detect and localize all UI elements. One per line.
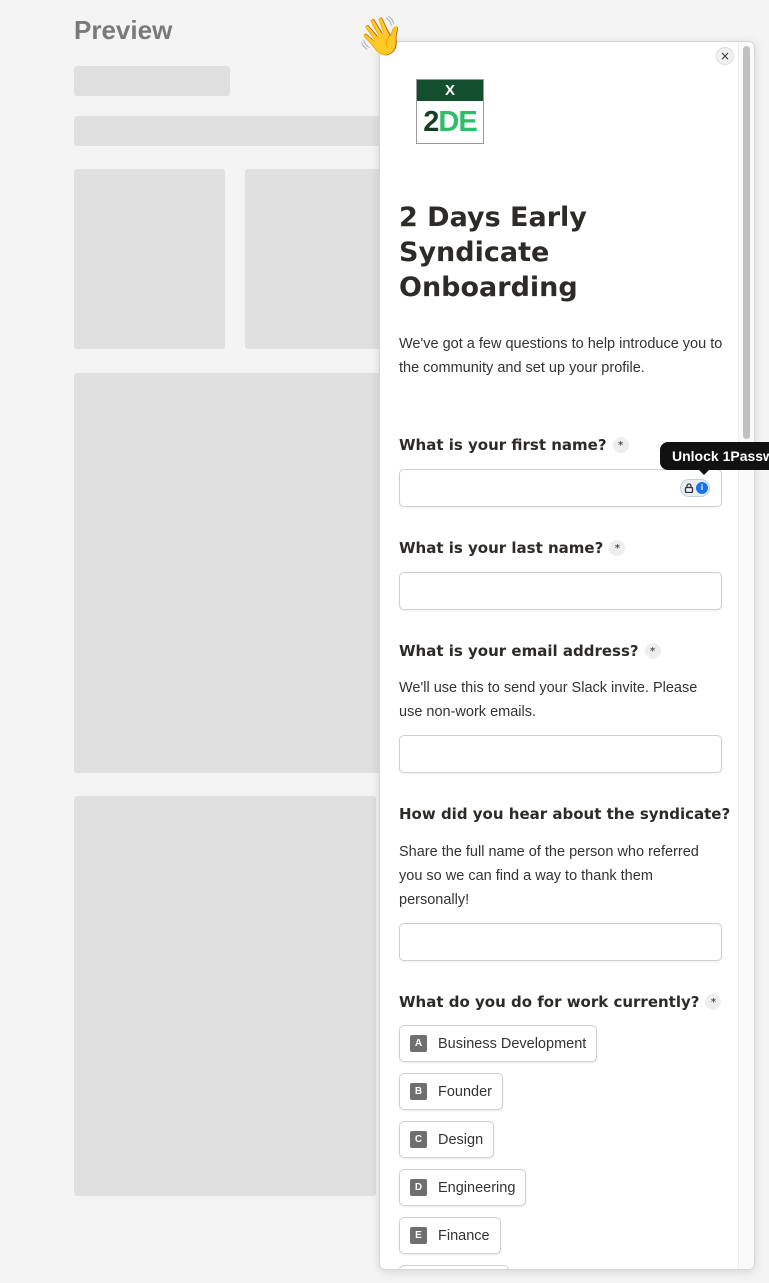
option-key-badge: A: [410, 1035, 427, 1052]
logo-text-dark: 2: [423, 106, 439, 138]
question-label-text: What do you do for work currently?: [399, 993, 700, 1011]
onboarding-form-panel: × X 2DE 2 Days Early Syndicate Onboardin…: [379, 41, 755, 1270]
question-first-name-label: What is your first name? *: [399, 436, 629, 454]
placeholder-card-1: [74, 169, 225, 349]
option-label: Design: [438, 1131, 484, 1148]
option-key-badge: C: [410, 1131, 427, 1148]
waving-hand-icon: 👋: [357, 14, 405, 58]
form-intro: We've got a few questions to help introd…: [399, 336, 723, 376]
work-option-finance[interactable]: E Finance: [399, 1217, 501, 1254]
option-label: Engineering: [438, 1179, 516, 1196]
email-input[interactable]: [399, 735, 722, 773]
work-option-next-partial[interactable]: [399, 1265, 509, 1269]
brand-logo: X 2DE: [416, 79, 484, 144]
question-label-text: How did you hear about the syndicate?: [399, 805, 731, 823]
question-referral-label: How did you hear about the syndicate?: [399, 805, 730, 823]
last-name-input[interactable]: [399, 572, 722, 610]
option-key-badge: E: [410, 1227, 427, 1244]
tooltip-arrow: [698, 469, 710, 475]
preview-title: Preview: [74, 15, 173, 45]
question-last-name-label: What is your last name? *: [399, 539, 626, 557]
work-option-business-development[interactable]: A Business Development: [399, 1025, 598, 1062]
option-label: Founder: [438, 1083, 493, 1100]
referral-input[interactable]: [399, 923, 722, 961]
question-label-text: What is your email address?: [399, 642, 639, 660]
placeholder-bar-long: [74, 116, 384, 146]
question-label-text: What is your last name?: [399, 539, 604, 557]
work-option-design[interactable]: C Design: [399, 1121, 495, 1158]
form-title: 2 Days Early Syndicate Onboarding: [399, 202, 587, 303]
question-email-label: What is your email address? *: [399, 642, 661, 660]
1password-badge: i: [696, 482, 708, 494]
question-label-text: What is your first name?: [399, 436, 607, 454]
option-key-badge: B: [410, 1083, 427, 1100]
required-badge: *: [705, 994, 722, 1010]
question-work-label: What do you do for work currently? *: [399, 993, 722, 1011]
placeholder-card-2: [245, 169, 385, 349]
close-button[interactable]: ×: [716, 47, 734, 65]
work-option-founder[interactable]: B Founder: [399, 1073, 504, 1110]
placeholder-block-2: [74, 796, 376, 1196]
question-email-help: We'll use this to send your Slack invite…: [399, 680, 698, 720]
scrollbar-thumb[interactable]: [743, 46, 750, 439]
required-badge: *: [612, 437, 629, 453]
logo-text-green: DE: [438, 106, 477, 138]
option-label: Finance: [438, 1227, 490, 1244]
password-manager-icon[interactable]: i: [680, 479, 710, 497]
question-referral-help: Share the full name of the person who re…: [399, 844, 699, 908]
scrollbar-track[interactable]: [738, 42, 754, 1269]
option-key-badge: D: [410, 1179, 427, 1196]
option-label: Business Development: [438, 1035, 587, 1052]
password-manager-tooltip: Unlock 1Passwo: [660, 442, 769, 470]
lock-icon: [684, 483, 694, 493]
first-name-input[interactable]: [399, 469, 722, 507]
logo-mark: 2DE: [417, 101, 483, 143]
required-badge: *: [609, 540, 626, 556]
required-badge: *: [644, 643, 661, 659]
logo-top-text: X: [417, 80, 483, 101]
placeholder-bar-short: [74, 66, 230, 96]
work-option-engineering[interactable]: D Engineering: [399, 1169, 527, 1206]
placeholder-block-1: [74, 373, 384, 773]
